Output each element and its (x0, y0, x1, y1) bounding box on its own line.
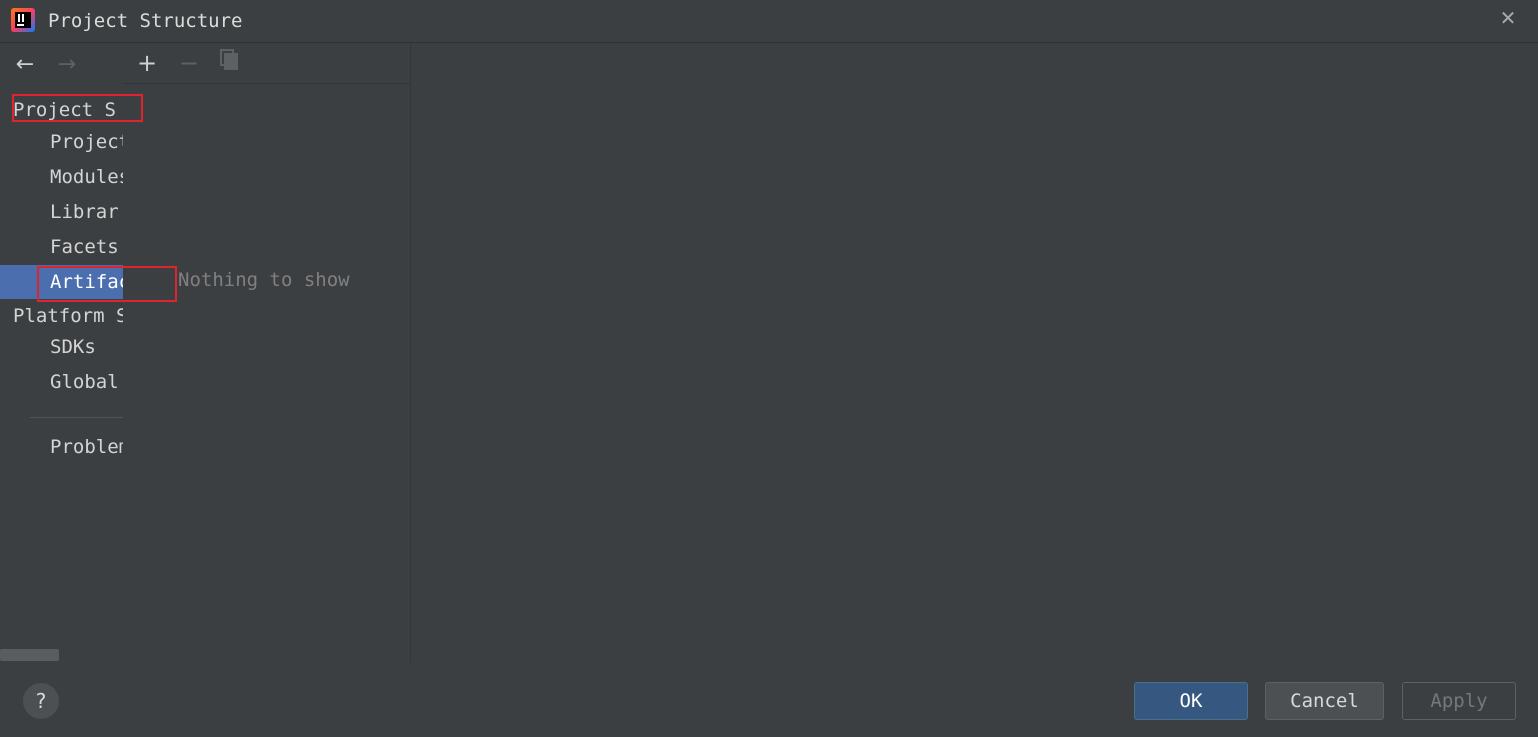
nav-item-problems[interactable]: Problem (0, 430, 123, 464)
nav-divider (30, 417, 123, 418)
detail-panel (411, 43, 1538, 663)
annotation-box-project-settings (12, 94, 143, 122)
nav-item-global-libraries[interactable]: Global (0, 365, 123, 399)
copy-icon[interactable] (219, 49, 247, 77)
remove-icon[interactable]: − (175, 49, 203, 77)
cancel-button[interactable]: Cancel (1265, 682, 1384, 720)
nav-section-platform-settings: Platform S (13, 305, 123, 327)
artifacts-list-panel: + − Nothing to show (123, 43, 411, 663)
annotation-box-artifacts (37, 266, 177, 302)
ok-button[interactable]: OK (1134, 682, 1248, 720)
title-bar: Project Structure ✕ (0, 0, 1538, 43)
window-title: Project Structure (48, 10, 243, 32)
horizontal-scrollbar[interactable] (0, 649, 59, 661)
add-icon[interactable]: + (133, 49, 161, 77)
empty-state-text: Nothing to show (178, 269, 350, 291)
nav-item-project[interactable]: Project (0, 125, 123, 159)
nav-item-sdks[interactable]: SDKs (0, 330, 123, 364)
nav-item-libraries[interactable]: Librar (0, 195, 123, 229)
artifacts-toolbar: + − (123, 43, 410, 84)
intellij-logo-icon (11, 8, 35, 32)
arrow-left-icon[interactable]: ← (11, 51, 39, 79)
arrow-right-icon[interactable]: → (53, 51, 81, 79)
left-navigation: ← → Project S Project Modules Librar Fac… (0, 43, 123, 663)
help-button[interactable]: ? (23, 683, 59, 719)
apply-button[interactable]: Apply (1402, 682, 1516, 720)
close-icon[interactable]: ✕ (1498, 8, 1518, 28)
nav-item-modules[interactable]: Modules (0, 160, 123, 194)
nav-item-facets[interactable]: Facets (0, 230, 123, 264)
